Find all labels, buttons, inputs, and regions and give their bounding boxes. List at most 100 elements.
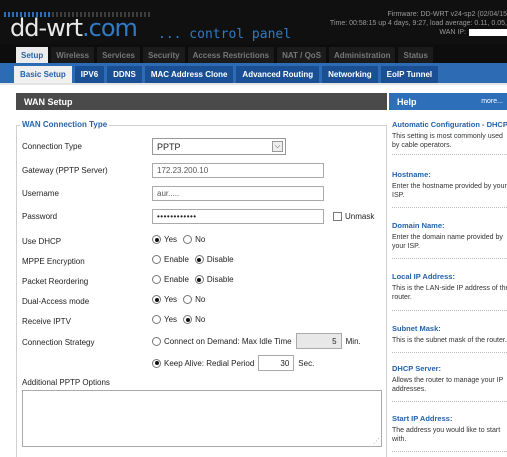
- dual-access-no[interactable]: No: [183, 295, 205, 304]
- radio-unchecked[interactable]: [152, 255, 161, 264]
- mppe-disable[interactable]: Disable: [194, 255, 234, 264]
- use-dhcp-no[interactable]: No: [183, 235, 205, 244]
- help-more-link[interactable]: more...: [481, 98, 503, 105]
- unmask-checkbox[interactable]: [333, 212, 342, 221]
- max-idle-unit: Min.: [345, 336, 361, 346]
- uptime-info: Time: 00:58:15 up 4 days, 9:27, load ave…: [329, 20, 507, 27]
- help-heading-auto-config: Automatic Configuration - DHCP: [392, 120, 507, 129]
- mppe-enable[interactable]: Enable: [152, 255, 189, 264]
- wan-setup-title: WAN Setup: [16, 93, 387, 110]
- help-divider: [392, 451, 507, 452]
- redial-period-unit: Sec.: [298, 358, 315, 368]
- username-label: Username: [22, 189, 59, 198]
- packet-reordering-disable[interactable]: Disable: [194, 275, 234, 284]
- unmask-control[interactable]: Unmask: [333, 212, 374, 221]
- main-tabs: Setup Wireless Services Security Access …: [0, 44, 507, 63]
- gateway-input[interactable]: 172.23.200.10: [152, 163, 324, 178]
- additional-pptp-options-label: Additional PPTP Options: [22, 378, 110, 387]
- keep-alive-row: Keep Alive: Redial Period 30 Sec.: [152, 355, 314, 371]
- radio-unchecked[interactable]: [183, 235, 193, 244]
- keep-alive-option[interactable]: Keep Alive: Redial Period: [152, 358, 254, 368]
- radio-checked[interactable]: [152, 235, 161, 244]
- receive-iptv-yes[interactable]: Yes: [152, 315, 177, 324]
- help-divider: [392, 310, 507, 311]
- dual-access-radios: Yes No: [152, 295, 211, 304]
- password-input[interactable]: ••••••••••••: [152, 209, 324, 224]
- radio-unchecked[interactable]: [152, 315, 161, 324]
- receive-iptv-label: Receive IPTV: [22, 317, 71, 326]
- help-heading-local-ip: Local IP Address:: [392, 272, 455, 281]
- firmware-info: Firmware: DD-WRT v24-sp2 (02/04/15 Time:…: [330, 10, 507, 37]
- chevron-down-icon: ⌵: [272, 141, 283, 152]
- radio-checked[interactable]: [194, 275, 204, 284]
- radio-checked[interactable]: [152, 295, 161, 304]
- subtab-basic-setup[interactable]: Basic Setup: [14, 66, 72, 83]
- additional-pptp-options-textarea[interactable]: ⋰: [22, 390, 382, 447]
- help-divider: [392, 258, 507, 259]
- tab-nat-qos[interactable]: NAT / QoS: [277, 47, 327, 63]
- tab-services[interactable]: Services: [97, 47, 140, 63]
- subtab-eoip-tunnel[interactable]: EoIP Tunnel: [380, 66, 439, 83]
- help-heading-domain-name: Domain Name:: [392, 221, 445, 230]
- wan-ip-row: WAN IP:: [330, 28, 507, 37]
- subtab-ipv6[interactable]: IPV6: [74, 66, 105, 83]
- tab-administration[interactable]: Administration: [329, 47, 396, 63]
- connect-on-demand-row: Connect on Demand: Max Idle Time 5 Min.: [152, 333, 361, 349]
- connection-type-select[interactable]: PPTP ⌵: [152, 138, 286, 155]
- ddwrt-logo[interactable]: dd-wrt.com: [10, 16, 138, 40]
- help-text-dhcp-server: Allows the router to manage your IP addr…: [392, 377, 504, 393]
- help-divider: [392, 207, 507, 208]
- help-divider: [392, 401, 507, 402]
- use-dhcp-radios: Yes No: [152, 235, 211, 244]
- packet-reordering-label: Packet Reordering: [22, 277, 89, 286]
- max-idle-time-input[interactable]: 5: [295, 333, 342, 349]
- help-text-subnet-mask: This is the subnet mask of the router.: [392, 337, 507, 344]
- help-text-local-ip: This is the LAN-side IP address of the r…: [392, 285, 507, 301]
- help-heading-start-ip: Start IP Address:: [392, 414, 453, 423]
- packet-reordering-radios: Enable Disable: [152, 275, 240, 284]
- control-panel-title: ... control panel: [158, 27, 292, 42]
- tab-access-restrictions[interactable]: Access Restrictions: [187, 47, 275, 63]
- mppe-encryption-label: MPPE Encryption: [22, 257, 85, 266]
- help-title-bar: Help more...: [389, 93, 507, 110]
- unmask-label: Unmask: [345, 212, 375, 221]
- mppe-radios: Enable Disable: [152, 255, 240, 264]
- connect-on-demand-option[interactable]: Connect on Demand: Max Idle Time: [152, 336, 292, 346]
- use-dhcp-label: Use DHCP: [22, 237, 62, 246]
- radio-unchecked[interactable]: [183, 295, 193, 304]
- wan-ip-value: [469, 28, 507, 36]
- wan-connection-type-legend: WAN Connection Type: [20, 120, 110, 129]
- help-heading-hostname: Hostname:: [392, 170, 431, 179]
- radio-checked[interactable]: [152, 358, 161, 368]
- radio-checked[interactable]: [194, 255, 204, 264]
- dual-access-yes[interactable]: Yes: [152, 295, 177, 304]
- dual-access-label: Dual-Access mode: [22, 297, 90, 306]
- redial-period-input[interactable]: 30: [258, 355, 295, 371]
- receive-iptv-no[interactable]: No: [183, 315, 205, 324]
- help-text-start-ip: The address you would like to start with…: [392, 427, 501, 443]
- help-title: Help: [397, 96, 417, 107]
- username-input[interactable]: aur.....: [152, 186, 324, 201]
- subtab-mac-address-clone[interactable]: MAC Address Clone: [144, 66, 234, 83]
- help-text-domain-name: Enter the domain name provided by your I…: [392, 234, 503, 250]
- tab-status[interactable]: Status: [398, 47, 433, 63]
- subtab-advanced-routing[interactable]: Advanced Routing: [236, 66, 320, 83]
- tab-setup[interactable]: Setup: [16, 47, 49, 63]
- receive-iptv-radios: Yes No: [152, 315, 211, 324]
- gateway-label: Gateway (PPTP Server): [22, 166, 108, 175]
- use-dhcp-yes[interactable]: Yes: [152, 235, 177, 244]
- header: dd-wrt.com ... control panel Firmware: D…: [0, 0, 507, 44]
- radio-unchecked[interactable]: [152, 336, 161, 346]
- firmware-version: Firmware: DD-WRT v24-sp2 (02/04/15: [387, 11, 507, 18]
- tab-security[interactable]: Security: [143, 47, 185, 63]
- sub-tabs: Basic Setup IPV6 DDNS MAC Address Clone …: [0, 63, 507, 85]
- help-divider: [392, 352, 507, 353]
- resize-grip-icon[interactable]: ⋰: [373, 437, 380, 445]
- packet-reordering-enable[interactable]: Enable: [152, 275, 189, 284]
- radio-checked[interactable]: [183, 315, 193, 324]
- radio-unchecked[interactable]: [152, 275, 161, 284]
- subtab-ddns[interactable]: DDNS: [107, 66, 142, 83]
- help-heading-subnet-mask: Subnet Mask:: [392, 324, 441, 333]
- subtab-networking[interactable]: Networking: [322, 66, 378, 83]
- tab-wireless[interactable]: Wireless: [51, 47, 95, 63]
